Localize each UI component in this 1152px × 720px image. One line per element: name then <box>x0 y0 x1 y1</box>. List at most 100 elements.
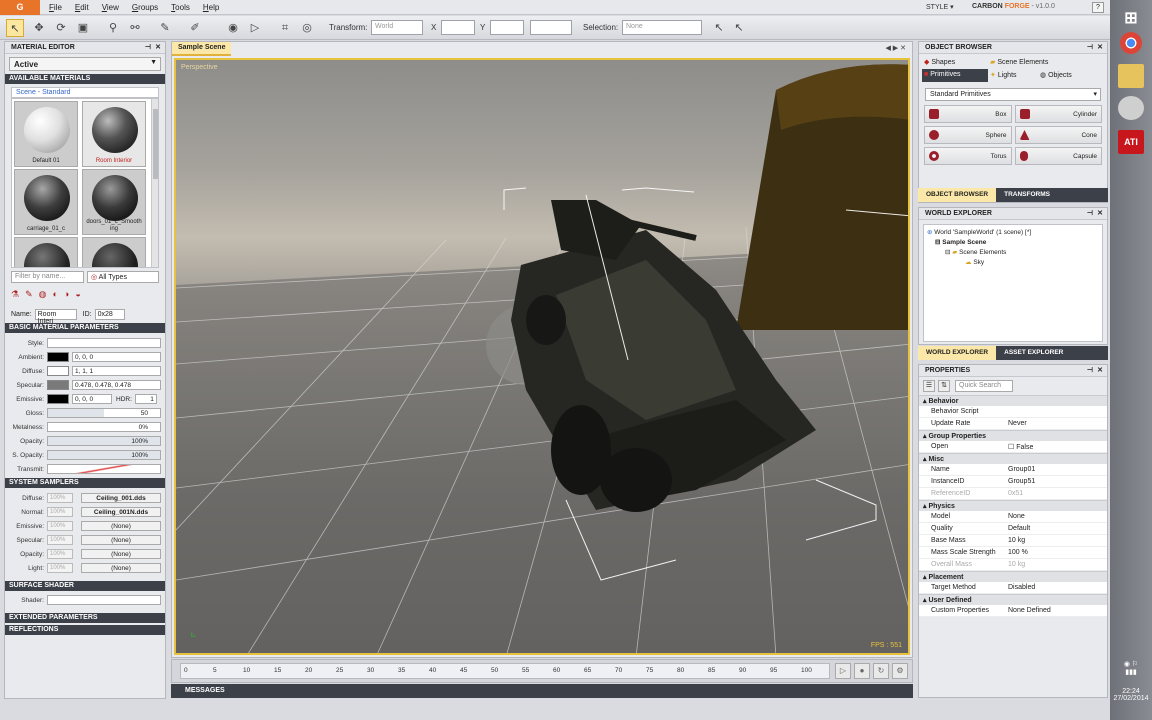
tab-lights[interactable]: ✦ Lights <box>988 69 1038 82</box>
property-value[interactable]: Disabled <box>1005 582 1107 593</box>
close-icon[interactable]: ✕ <box>1097 209 1103 217</box>
property-row[interactable]: Update Rate Never <box>919 418 1107 430</box>
pin-icon[interactable]: ⊣ <box>1087 43 1093 51</box>
tree-item-sky[interactable]: ☁ Sky <box>927 258 1099 268</box>
tree-item-scene[interactable]: ⊟ Sample Scene <box>927 238 1099 248</box>
rotate-tool-icon[interactable]: ⟳ <box>52 19 70 37</box>
sampler-texture-button[interactable]: (None) <box>81 521 161 531</box>
material-thumb-doors[interactable]: doors_01_c_Smooth ing <box>82 169 146 235</box>
sampler-texture-button[interactable]: Ceiling_001N.dds <box>81 507 161 517</box>
eyedropper-icon[interactable]: ⚗ <box>11 289 19 301</box>
primitive-cylinder-button[interactable]: Cylinder <box>1014 105 1102 123</box>
messages-bar[interactable]: MESSAGES <box>171 684 913 698</box>
close-icon[interactable]: ✕ <box>1097 43 1103 51</box>
close-icon[interactable]: ✕ <box>155 43 161 51</box>
copy-material-icon[interactable]: ◑ <box>64 289 69 301</box>
diffuse-swatch[interactable] <box>47 366 69 376</box>
property-value[interactable]: None <box>1005 511 1107 522</box>
sampler-texture-button[interactable]: Ceiling_001.dds <box>81 493 161 503</box>
sampler-percent[interactable]: 100% <box>47 507 73 517</box>
specular-swatch[interactable] <box>47 380 69 390</box>
camera-tool-icon[interactable]: ◎ <box>298 19 316 37</box>
3d-viewport[interactable]: Perspective ⊾ FPS : 551 <box>174 58 910 655</box>
material-thumb-default[interactable]: Default 01 <box>14 101 78 167</box>
windows-start-icon[interactable]: ⊞ <box>1118 6 1144 30</box>
viewport-camera-label[interactable]: Perspective <box>181 64 218 71</box>
network-icon[interactable]: ▮▮▮ <box>1112 668 1150 676</box>
sampler-percent[interactable]: 100% <box>47 521 73 531</box>
settings-icon[interactable]: ⚙ <box>892 663 908 679</box>
viewport-nav[interactable]: ◀ ▶ ✕ <box>885 44 906 52</box>
shader-field[interactable] <box>47 595 161 605</box>
category-physics[interactable]: ▴ Physics <box>919 500 1107 511</box>
diffuse-value[interactable]: 1, 1, 1 <box>72 366 161 376</box>
sampler-percent[interactable]: 100% <box>47 549 73 559</box>
pin-icon[interactable]: ⊣ <box>1087 366 1093 374</box>
clock-date[interactable]: 27/02/2014 <box>1112 695 1150 702</box>
property-value[interactable]: Never <box>1005 418 1107 429</box>
timeline-ruler[interactable]: 0 5 10 15 20 25 30 35 40 45 50 55 60 65 … <box>180 663 830 679</box>
transmit-curve[interactable] <box>47 464 161 474</box>
menu-file[interactable]: File <box>49 3 62 12</box>
unlink-tool-icon[interactable]: ⚯ <box>126 19 144 37</box>
property-row[interactable]: Custom Properties None Defined <box>919 605 1107 617</box>
category-group-properties[interactable]: ▴ Group Properties <box>919 430 1107 441</box>
material-thumb-carriage[interactable]: carriage_01_c <box>14 169 78 235</box>
available-materials-header[interactable]: AVAILABLE MATERIALS <box>5 74 165 84</box>
ati-icon[interactable]: ATI <box>1118 130 1144 154</box>
tab-primitives[interactable]: ■ Primitives <box>922 69 988 82</box>
primitive-sphere-button[interactable]: Sphere <box>924 126 1012 144</box>
menu-groups[interactable]: Groups <box>132 3 158 12</box>
property-value[interactable]: 100 % <box>1005 547 1107 558</box>
material-id-field[interactable]: 0x28 <box>94 309 125 320</box>
sampler-percent[interactable]: 100% <box>47 563 73 573</box>
gloss-slider[interactable]: 50 <box>47 408 161 418</box>
paint-icon[interactable]: ✎ <box>25 289 33 301</box>
material-grid-scrollbar[interactable] <box>151 99 158 267</box>
property-value[interactable]: ☐ False <box>1005 441 1107 452</box>
sampler-percent[interactable]: 100% <box>47 493 73 503</box>
app-launcher-icon[interactable] <box>1118 96 1144 120</box>
scale-tool-icon[interactable]: ▣ <box>74 19 92 37</box>
sampler-texture-button[interactable]: (None) <box>81 549 161 559</box>
metalness-slider[interactable]: 0% <box>47 422 161 432</box>
tab-object-browser[interactable]: OBJECT BROWSER <box>918 188 997 202</box>
ambient-value[interactable]: 0, 0, 0 <box>72 352 161 362</box>
property-value[interactable]: Group51 <box>1005 476 1107 487</box>
x-field[interactable] <box>441 20 475 35</box>
y-field[interactable] <box>490 20 524 35</box>
reflections-header[interactable]: REFLECTIONS <box>5 625 165 635</box>
tab-world-explorer[interactable]: WORLD EXPLORER <box>918 346 997 360</box>
play-tool-icon[interactable]: ▷ <box>246 19 264 37</box>
category-placement[interactable]: ▴ Placement <box>919 571 1107 582</box>
extended-params-header[interactable]: EXTENDED PARAMETERS <box>5 613 165 623</box>
material-type-select[interactable]: ◎ All Types <box>87 271 159 283</box>
sampler-texture-button[interactable]: (None) <box>81 535 161 545</box>
link-tool-icon[interactable]: ⚲ <box>104 19 122 37</box>
material-mode-select[interactable]: Active ▼ <box>9 57 161 71</box>
emissive-swatch[interactable] <box>47 394 69 404</box>
move-tool-icon[interactable]: ✥ <box>30 19 48 37</box>
property-row[interactable]: Base Mass 10 kg <box>919 535 1107 547</box>
record-icon[interactable]: ● <box>854 663 870 679</box>
tab-scene-elements[interactable]: ▰ Scene Elements <box>988 56 1088 69</box>
tree-item-scene-elements[interactable]: ⊟ ▰ Scene Elements <box>927 248 1099 258</box>
hdr-value[interactable]: 1 <box>134 394 157 404</box>
brush-tool-icon[interactable]: ✐ <box>186 19 204 37</box>
property-row[interactable]: Open ☐ False <box>919 441 1107 453</box>
sampler-texture-button[interactable]: (None) <box>81 563 161 573</box>
property-value[interactable] <box>1005 406 1107 417</box>
play-icon[interactable]: ▷ <box>835 663 851 679</box>
app-logo[interactable]: G <box>0 0 40 15</box>
style-select[interactable] <box>47 338 161 348</box>
material-thumb-row3a[interactable] <box>14 237 78 267</box>
transform-select[interactable]: World <box>371 20 423 35</box>
surface-shader-header[interactable]: SURFACE SHADER <box>5 581 165 591</box>
scrollbar-thumb[interactable] <box>153 109 158 179</box>
material-name-field[interactable]: Room Interi <box>34 309 77 325</box>
z-field[interactable] <box>530 20 572 35</box>
property-value[interactable]: None Defined <box>1005 605 1107 616</box>
property-value[interactable]: 10 kg <box>1005 535 1107 546</box>
material-thumb-room-interior[interactable]: Room Interior <box>82 101 146 167</box>
property-row[interactable]: InstanceID Group51 <box>919 476 1107 488</box>
